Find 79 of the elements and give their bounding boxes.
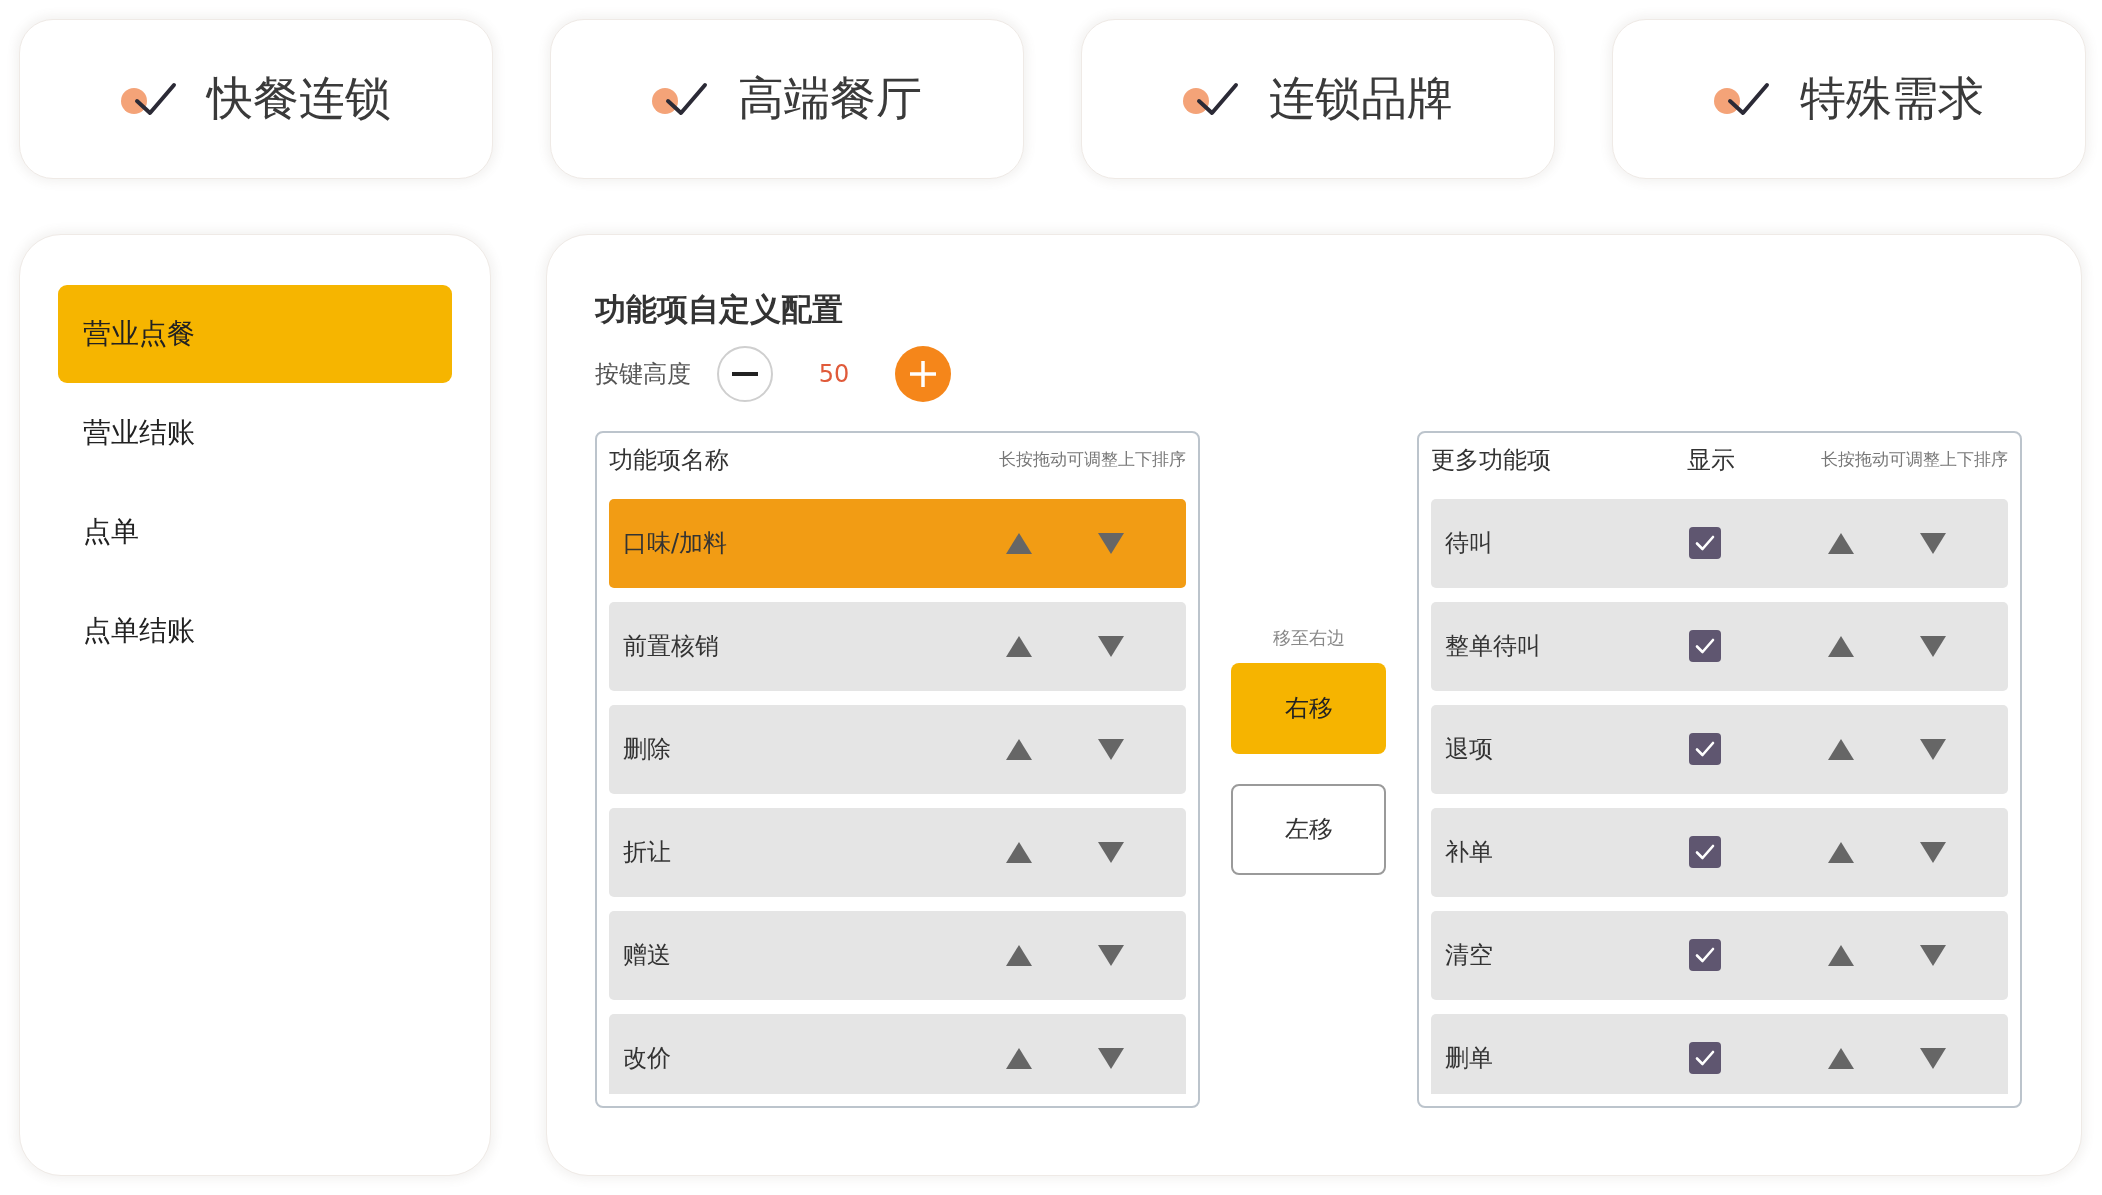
feature-label: 高端餐厅 bbox=[738, 71, 922, 127]
move-down-icon[interactable] bbox=[1920, 841, 1946, 863]
move-down-icon[interactable] bbox=[1920, 944, 1946, 966]
function-name: 前置核销 bbox=[623, 631, 719, 663]
move-up-icon[interactable] bbox=[1828, 635, 1854, 657]
function-row[interactable]: 赠送 bbox=[609, 910, 1186, 1000]
checkbox[interactable] bbox=[1689, 939, 1721, 972]
height-label: 按键高度 bbox=[595, 358, 691, 390]
function-row[interactable]: 删除 bbox=[609, 704, 1186, 794]
checkbox[interactable] bbox=[1689, 1042, 1721, 1075]
function-name: 赠送 bbox=[623, 940, 671, 972]
function-name: 删除 bbox=[623, 734, 671, 766]
check-icon bbox=[1183, 81, 1239, 116]
move-up-icon[interactable] bbox=[1006, 532, 1032, 554]
feature-label: 连锁品牌 bbox=[1269, 71, 1453, 127]
function-row[interactable]: 补单 bbox=[1431, 807, 2008, 897]
height-value: 50 bbox=[817, 359, 851, 388]
sidebar-item[interactable]: 点单 bbox=[58, 482, 452, 581]
checkbox[interactable] bbox=[1689, 836, 1721, 869]
sort-hint: 长按拖动可调整上下排序 bbox=[999, 448, 1186, 472]
move-button[interactable]: 右移 bbox=[1231, 662, 1386, 754]
checkbox[interactable] bbox=[1689, 733, 1721, 766]
plus-icon bbox=[910, 360, 936, 387]
move-down-icon[interactable] bbox=[1920, 738, 1946, 760]
function-row[interactable]: 前置核销 bbox=[609, 601, 1186, 691]
column-header: 显示 bbox=[1687, 444, 1735, 476]
function-name: 删单 bbox=[1445, 1043, 1494, 1075]
feature-label: 特殊需求 bbox=[1800, 71, 1984, 127]
sort-hint: 长按拖动可调整上下排序 bbox=[1821, 448, 2008, 472]
move-up-icon[interactable] bbox=[1828, 944, 1854, 966]
function-name: 折让 bbox=[623, 837, 671, 869]
move-up-icon[interactable] bbox=[1828, 841, 1854, 863]
function-row[interactable]: 口味/加料 bbox=[609, 498, 1186, 588]
move-down-icon[interactable] bbox=[1098, 738, 1124, 760]
function-name: 待叫 bbox=[1445, 528, 1494, 560]
move-up-icon[interactable] bbox=[1828, 738, 1854, 760]
sidebar-item[interactable]: 营业点餐 bbox=[58, 284, 452, 383]
list-title: 功能项名称 bbox=[609, 444, 729, 476]
move-down-icon[interactable] bbox=[1920, 1047, 1946, 1069]
function-name: 清空 bbox=[1445, 940, 1494, 972]
move-up-icon[interactable] bbox=[1828, 532, 1854, 554]
checkbox[interactable] bbox=[1689, 630, 1721, 663]
function-name: 补单 bbox=[1445, 837, 1494, 869]
move-hint: 移至右边 bbox=[1272, 625, 1345, 650]
function-name: 整单待叫 bbox=[1445, 631, 1542, 663]
move-down-icon[interactable] bbox=[1098, 532, 1124, 554]
move-up-icon[interactable] bbox=[1828, 1047, 1854, 1069]
function-row[interactable]: 删单 bbox=[1431, 1013, 2008, 1094]
sidebar-item[interactable]: 营业结账 bbox=[58, 383, 452, 482]
move-up-icon[interactable] bbox=[1006, 635, 1032, 657]
function-row[interactable]: 退项 bbox=[1431, 704, 2008, 794]
function-row[interactable]: 待叫 bbox=[1431, 498, 2008, 588]
move-button[interactable]: 左移 bbox=[1231, 783, 1386, 875]
check-icon bbox=[1714, 81, 1770, 116]
move-down-icon[interactable] bbox=[1920, 532, 1946, 554]
move-down-icon[interactable] bbox=[1098, 841, 1124, 863]
function-row[interactable]: 改价 bbox=[609, 1013, 1186, 1094]
function-name: 口味/加料 bbox=[623, 528, 728, 560]
function-row[interactable]: 折让 bbox=[609, 807, 1186, 897]
sidebar-item[interactable]: 点单结账 bbox=[58, 581, 452, 680]
move-down-icon[interactable] bbox=[1920, 635, 1946, 657]
move-down-icon[interactable] bbox=[1098, 1047, 1124, 1069]
move-down-icon[interactable] bbox=[1098, 635, 1124, 657]
move-up-icon[interactable] bbox=[1006, 1047, 1032, 1069]
check-icon bbox=[652, 81, 708, 116]
checkbox[interactable] bbox=[1689, 527, 1721, 560]
function-name: 退项 bbox=[1445, 734, 1494, 766]
move-up-icon[interactable] bbox=[1006, 841, 1032, 863]
function-row[interactable]: 清空 bbox=[1431, 910, 2008, 1000]
list-title: 更多功能项 bbox=[1431, 444, 1552, 476]
move-up-icon[interactable] bbox=[1006, 944, 1032, 966]
function-name: 改价 bbox=[623, 1043, 671, 1075]
minus-icon bbox=[732, 371, 758, 376]
function-row[interactable]: 整单待叫 bbox=[1431, 601, 2008, 691]
move-down-icon[interactable] bbox=[1098, 944, 1124, 966]
feature-label: 快餐连锁 bbox=[207, 71, 391, 127]
check-icon bbox=[121, 81, 177, 116]
move-up-icon[interactable] bbox=[1006, 738, 1032, 760]
panel-title: 功能项自定义配置 bbox=[595, 289, 843, 329]
